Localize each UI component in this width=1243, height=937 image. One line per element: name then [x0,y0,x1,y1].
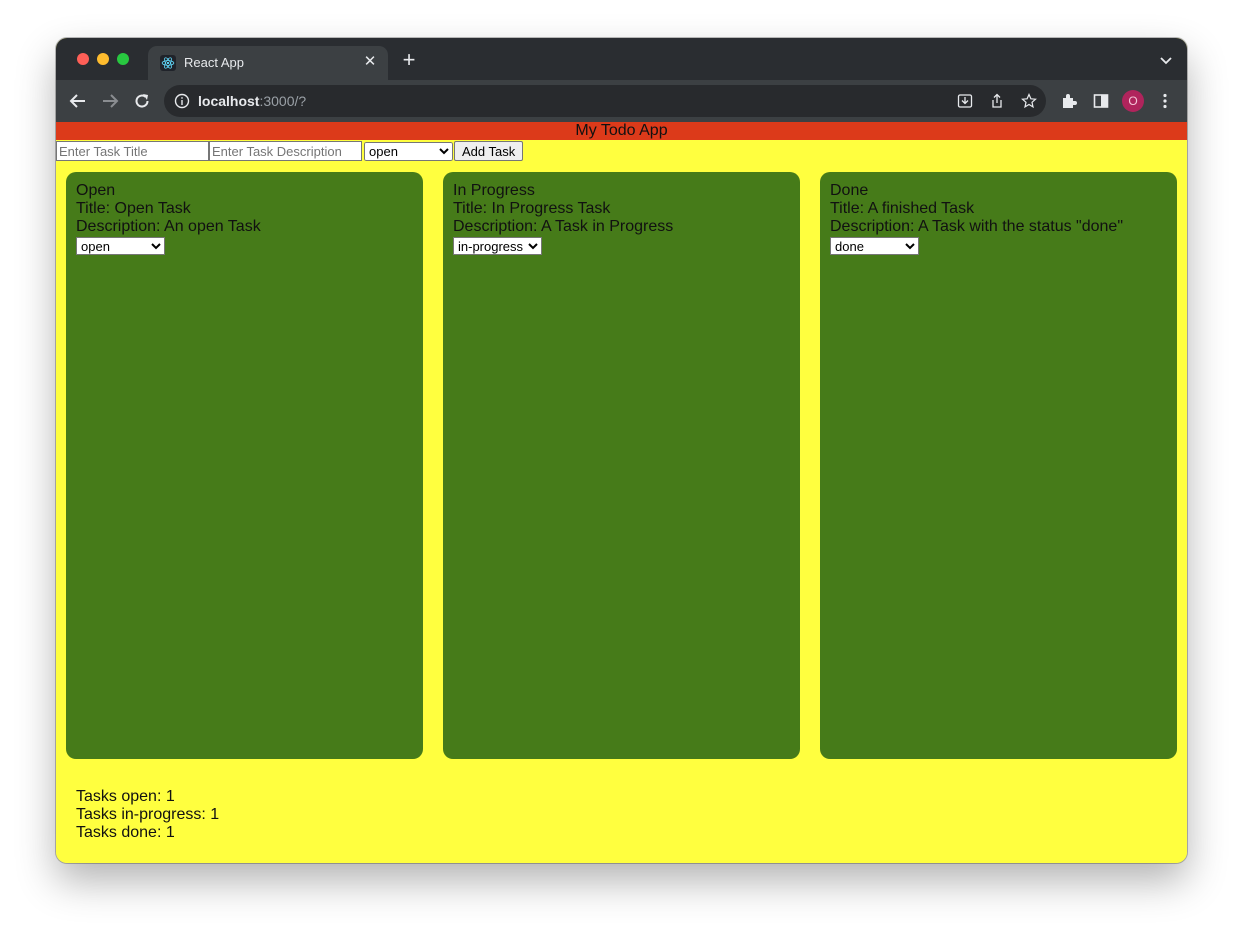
column-heading: Done [830,182,869,199]
minimize-window-button[interactable] [97,53,109,65]
task-summary: Tasks open: 1 Tasks in-progress: 1 Tasks… [76,788,219,842]
column-in-progress: In Progress Title: In Progress Task Desc… [443,172,800,759]
column-heading: Open [76,182,116,199]
tab-search-chevron-icon[interactable] [1159,53,1173,67]
share-icon[interactable] [989,93,1005,109]
address-bar[interactable]: localhost:3000/? [164,85,1046,117]
task-description-input[interactable] [209,141,362,161]
site-info-icon[interactable] [174,93,190,109]
task-description: Description: An open Task [76,218,261,235]
app-title: My Todo App [56,122,1187,140]
task-status-select[interactable]: done [830,237,919,255]
profile-avatar[interactable]: O [1122,90,1144,112]
task-title: Title: Open Task [76,200,191,217]
column-done: Done Title: A finished Task Description:… [820,172,1177,759]
add-task-form: open Add Task [56,140,1187,162]
extensions-puzzle-icon[interactable] [1058,90,1080,112]
task-title: Title: In Progress Task [453,200,611,217]
summary-in-progress: Tasks in-progress: 1 [76,806,220,823]
task-status-select[interactable]: in-progress [453,237,542,255]
bookmark-star-icon[interactable] [1021,93,1037,109]
close-tab-icon[interactable]: ✕ [362,53,378,71]
tab-strip: React App ✕ + [56,38,1187,80]
new-tab-icon[interactable]: + [398,49,420,72]
summary-open: Tasks open: 1 [76,788,175,805]
page-content: My Todo App open Add Task Open Title: Op… [56,122,1187,863]
back-arrow-icon[interactable] [67,90,89,112]
kebab-menu-icon[interactable] [1154,90,1176,112]
browser-tab-active[interactable]: React App ✕ [148,46,388,80]
task-status-select[interactable]: open [76,237,165,255]
column-open: Open Title: Open Task Description: An op… [66,172,423,759]
browser-window: React App ✕ + localhost:3000/? O My Todo… [56,38,1187,863]
reload-icon[interactable] [131,90,153,112]
install-app-icon[interactable] [957,93,973,109]
task-description: Description: A Task with the status "don… [830,218,1123,235]
task-title: Title: A finished Task [830,200,975,217]
summary-done: Tasks done: 1 [76,824,175,841]
task-description: Description: A Task in Progress [453,218,674,235]
url-host: localhost [198,93,260,109]
tab-title: React App [184,55,244,70]
url-text[interactable]: localhost:3000/? [198,93,306,109]
task-status-select[interactable]: open [364,141,453,161]
forward-arrow-icon[interactable] [99,90,121,112]
close-window-button[interactable] [77,53,89,65]
column-heading: In Progress [453,182,535,199]
browser-toolbar: localhost:3000/? O [56,80,1187,122]
add-task-button[interactable]: Add Task [454,141,524,161]
task-board: Open Title: Open Task Description: An op… [66,172,1177,759]
url-path: :3000/? [259,93,307,109]
zoom-window-button[interactable] [117,53,129,65]
task-title-input[interactable] [56,141,209,161]
react-logo-icon [160,55,176,71]
side-panel-icon[interactable] [1090,90,1112,112]
